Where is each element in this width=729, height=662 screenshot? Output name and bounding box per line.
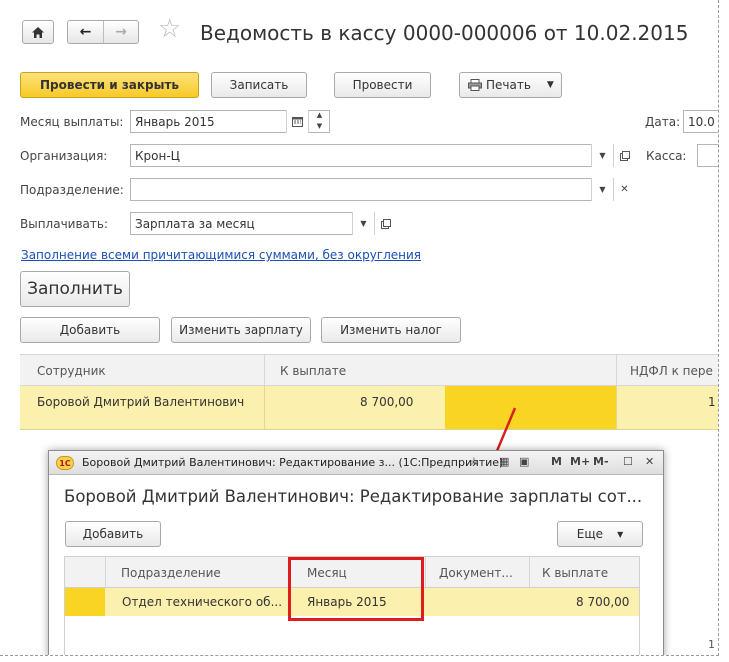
divider — [616, 355, 617, 385]
org-dropdown-button[interactable]: ▼ — [591, 144, 613, 167]
dept-input[interactable] — [130, 178, 635, 201]
dropdown-arrow-icon: ▼ — [599, 185, 606, 194]
dialog-heading: Боровой Дмитрий Валентинович: Редактиров… — [64, 487, 643, 506]
amount-cell: 8 700,00 — [360, 395, 414, 409]
row-marker — [65, 588, 105, 616]
more-label: Еще — [576, 527, 604, 541]
page-title: Ведомость в кассу 0000-000006 от 10.02.2… — [200, 21, 689, 45]
pay-dropdown-button[interactable]: ▼ — [352, 212, 374, 235]
payout-cell: 8 700,00 — [576, 595, 630, 609]
pay-open-button[interactable] — [374, 212, 396, 235]
column-header-ndfl[interactable]: НДФЛ к пере — [630, 364, 713, 378]
printer-icon — [468, 79, 482, 91]
document-window: ← → ☆ Ведомость в кассу 0000-000006 от 1… — [0, 0, 719, 656]
table-row[interactable]: Боровой Дмитрий Валентинович 8 700,00 1 — [20, 386, 718, 430]
ndfl-cell: 1 — [708, 395, 716, 409]
selected-cell[interactable] — [445, 386, 616, 429]
memory-icon[interactable]: M — [551, 455, 562, 468]
memory-plus-icon[interactable]: M+ — [570, 455, 590, 468]
dialog-more-button[interactable]: Еще ▼ — [557, 521, 643, 547]
divider — [264, 386, 265, 429]
cash-input[interactable] — [697, 144, 718, 167]
column-header-document[interactable]: Документ... — [439, 566, 513, 580]
dialog-table-body — [64, 616, 640, 655]
dropdown-arrow-icon: ▼ — [617, 529, 624, 539]
month-spinner[interactable]: ▲ ▼ — [308, 110, 330, 133]
page-fragment: 1 — [708, 638, 715, 651]
divider — [616, 386, 617, 429]
dropdown-arrow-icon: ▼ — [599, 151, 606, 160]
org-open-button[interactable] — [613, 144, 635, 167]
month-label: Месяц выплаты: — [20, 115, 124, 129]
calendar-icon — [292, 117, 303, 127]
date-value: 10.0 — [688, 115, 715, 129]
back-button[interactable]: ← — [68, 24, 103, 40]
highlight-box — [288, 557, 424, 621]
history-nav: ← → — [67, 20, 139, 44]
divider — [529, 557, 530, 587]
calendar-picker-button[interactable] — [286, 110, 308, 133]
app-logo: 1С — [56, 456, 74, 470]
pay-value: Зарплата за месяц — [135, 217, 255, 231]
dropdown-arrow-icon: ▼ — [360, 219, 367, 228]
print-button[interactable]: Печать ▼ — [459, 72, 562, 98]
column-header-employee[interactable]: Сотрудник — [37, 364, 106, 378]
open-link-icon — [619, 150, 630, 161]
dept-dropdown-button[interactable]: ▼ — [591, 178, 613, 201]
dept-cell: Отдел технического об... — [122, 595, 283, 609]
open-link-icon — [380, 218, 391, 229]
dialog-add-button[interactable]: Добавить — [65, 521, 161, 547]
divider — [105, 557, 106, 587]
home-button[interactable] — [22, 20, 54, 44]
divider — [425, 557, 426, 587]
post-and-close-button[interactable]: Провести и закрыть — [20, 72, 199, 98]
date-label: Дата: — [645, 115, 681, 129]
fill-button[interactable]: Заполнить — [20, 271, 130, 307]
home-icon — [32, 26, 44, 38]
dropdown-arrow-icon: ▼ — [546, 80, 554, 90]
dialog-titlebar[interactable]: 1С Боровой Дмитрий Валентинович: Редакти… — [49, 451, 663, 475]
column-header-amount[interactable]: К выплате — [280, 364, 346, 378]
dept-clear-button[interactable]: ✕ — [613, 178, 635, 201]
favorite-icon[interactable]: ☆ — [469, 455, 479, 468]
divider — [264, 355, 265, 385]
spin-down-icon[interactable]: ▼ — [309, 121, 330, 132]
edit-salary-button[interactable]: Изменить зарплату — [171, 317, 311, 343]
column-header-payout[interactable]: К выплате — [542, 566, 608, 580]
column-header-dept[interactable]: Подразделение — [121, 566, 221, 580]
spin-up-icon[interactable]: ▲ — [309, 110, 330, 121]
org-input[interactable]: Крон-Ц — [130, 144, 635, 167]
calendar-icon[interactable]: ▣ — [519, 455, 529, 468]
edit-tax-button[interactable]: Изменить налог — [321, 317, 461, 343]
calculator-icon[interactable]: ▦ — [499, 455, 509, 468]
employee-cell: Боровой Дмитрий Валентинович — [37, 395, 245, 409]
fill-mode-link[interactable]: Заполнение всеми причитающимися суммами,… — [21, 248, 421, 262]
forward-button[interactable]: → — [104, 24, 138, 40]
cash-label: Касса: — [646, 149, 687, 163]
close-icon[interactable]: ✕ — [645, 455, 654, 468]
clear-icon: ✕ — [620, 184, 629, 195]
pay-label: Выплачивать: — [20, 217, 108, 231]
memory-minus-icon[interactable]: M- — [593, 455, 609, 468]
add-button[interactable]: Добавить — [20, 317, 160, 343]
post-button[interactable]: Провести — [334, 72, 431, 98]
dept-label: Подразделение: — [20, 183, 124, 197]
maximize-icon[interactable]: ☐ — [623, 455, 633, 468]
table-header: Сотрудник К выплате НДФЛ к пере — [20, 354, 718, 386]
favorite-star-icon[interactable]: ☆ — [158, 14, 181, 44]
save-button[interactable]: Записать — [211, 72, 307, 98]
print-label: Печать — [486, 78, 531, 92]
dialog-window-title: Боровой Дмитрий Валентинович: Редактиров… — [82, 456, 504, 469]
date-input[interactable]: 10.0 — [683, 110, 718, 133]
month-value: Январь 2015 — [135, 115, 215, 129]
org-label: Организация: — [20, 149, 108, 163]
org-value: Крон-Ц — [135, 149, 180, 163]
